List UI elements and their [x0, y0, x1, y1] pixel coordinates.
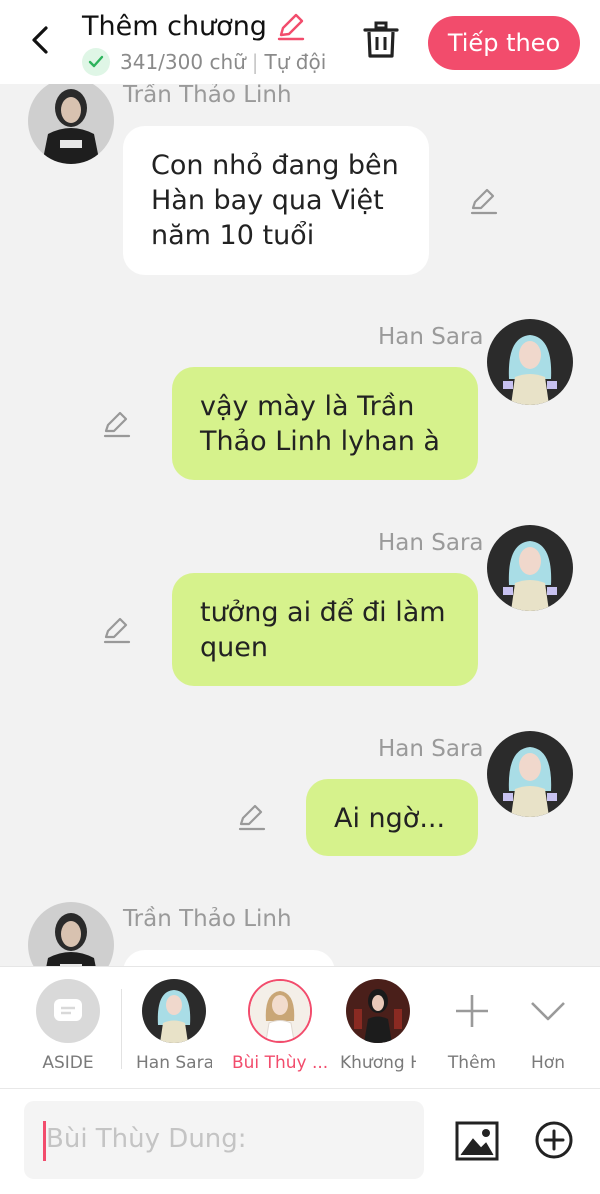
input-placeholder: Bùi Thùy Dung:: [46, 1124, 247, 1154]
more-characters-button[interactable]: Hơn: [516, 979, 580, 1073]
character-khuong-h[interactable]: Khương H: [340, 979, 416, 1073]
edit-message-icon[interactable]: [102, 409, 132, 439]
message-bubble[interactable]: [123, 950, 335, 966]
trash-icon[interactable]: [362, 20, 400, 60]
character-bui-thuy-dung[interactable]: Bùi Thùy ...: [232, 979, 328, 1073]
check-icon: [82, 48, 110, 76]
character-bar: ASIDE Han Sara Bùi Thùy ... Khương H Thê…: [0, 966, 600, 1088]
avatar: [248, 979, 312, 1043]
edit-title-icon[interactable]: [275, 10, 307, 42]
speaker-name: Trần Thảo Linh: [123, 906, 292, 932]
plus-icon: [440, 979, 504, 1043]
divider: [121, 989, 122, 1069]
add-character-button[interactable]: Thêm: [440, 979, 504, 1073]
status-line: 341/300 chữ | Tự đội: [82, 48, 326, 76]
autosave-status: Tự đội: [264, 50, 327, 74]
edit-message-icon[interactable]: [469, 186, 499, 216]
edit-message-icon[interactable]: [237, 802, 267, 832]
chat-area: Trần Thảo Linh Con nhỏ đang bên Hàn bay …: [0, 84, 600, 966]
message-bubble[interactable]: Con nhỏ đang bên Hàn bay qua Việt năm 10…: [123, 126, 429, 275]
character-label: Khương H: [340, 1053, 416, 1073]
avatar-tran-thao-linh[interactable]: [28, 84, 114, 164]
add-circle-icon[interactable]: [534, 1120, 574, 1160]
chevron-down-icon: [516, 979, 580, 1043]
character-han-sara[interactable]: Han Sara: [136, 979, 212, 1073]
avatar: [346, 979, 410, 1043]
message-bubble[interactable]: Ai ngờ...: [306, 779, 478, 856]
character-label: Thêm: [447, 1053, 497, 1073]
message-bubble[interactable]: vậy mày là Trần Thảo Linh lyhan à: [172, 367, 478, 480]
back-arrow-icon[interactable]: [26, 22, 56, 58]
speaker-name: Han Sara: [378, 736, 484, 762]
aside-icon: [36, 979, 100, 1043]
speaker-name: Han Sara: [378, 530, 484, 556]
page-title: Thêm chương: [82, 10, 267, 42]
character-label: Hơn: [531, 1053, 565, 1073]
speaker-name: Trần Thảo Linh: [123, 84, 292, 108]
character-label: Han Sara: [136, 1053, 212, 1073]
image-icon[interactable]: [455, 1121, 499, 1161]
avatar-tran-thao-linh[interactable]: [28, 902, 114, 966]
character-label: ASIDE: [42, 1053, 94, 1073]
message-input[interactable]: Bùi Thùy Dung:: [24, 1101, 424, 1179]
message-bubble[interactable]: tưởng ai để đi làm quen: [172, 573, 478, 686]
character-label: Bùi Thùy ...: [232, 1053, 328, 1073]
composer-bar: Bùi Thùy Dung:: [0, 1089, 600, 1194]
word-count: 341/300 chữ: [120, 50, 246, 74]
next-button[interactable]: Tiếp theo: [428, 16, 580, 70]
character-aside[interactable]: ASIDE: [30, 979, 106, 1073]
edit-message-icon[interactable]: [102, 615, 132, 645]
top-bar: Thêm chương 341/300 chữ | Tự đội Tiếp th…: [0, 0, 600, 84]
speaker-name: Han Sara: [378, 324, 484, 350]
avatar-han-sara[interactable]: [487, 731, 573, 817]
avatar-han-sara[interactable]: [487, 525, 573, 611]
avatar: [142, 979, 206, 1043]
status-separator: |: [251, 50, 259, 74]
avatar-han-sara[interactable]: [487, 319, 573, 405]
